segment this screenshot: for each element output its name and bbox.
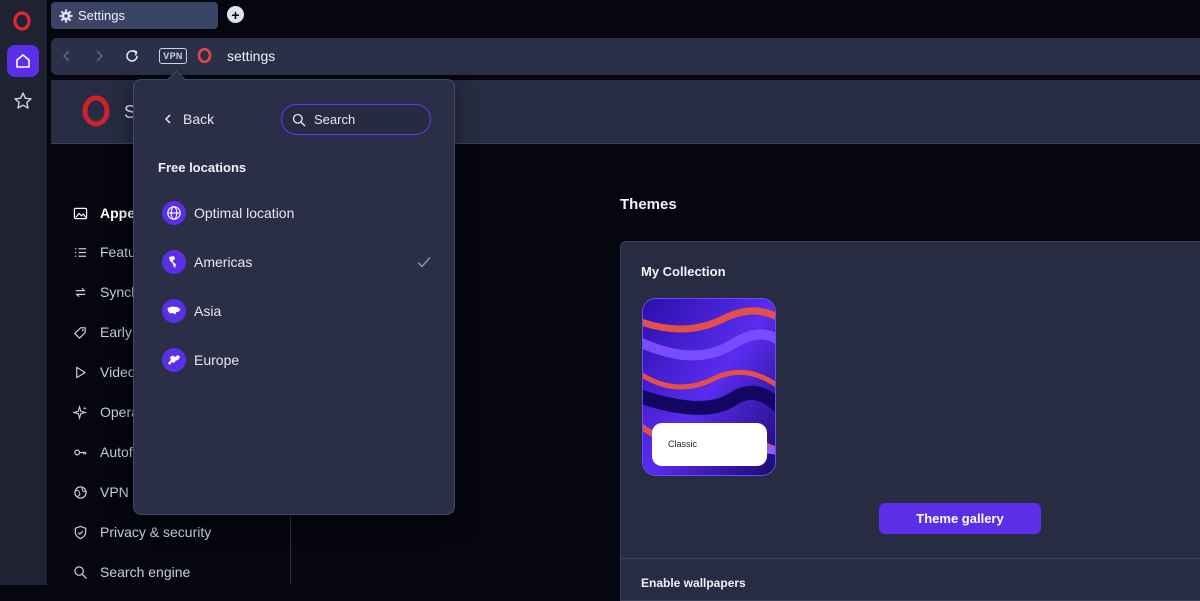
collection-title: My Collection [641, 264, 726, 279]
url-text[interactable]: settings [227, 48, 275, 64]
shield-icon [74, 525, 87, 539]
plus-icon: + [231, 6, 240, 23]
search-icon [74, 565, 88, 579]
sidebar-item-early[interactable]: Early [73, 321, 132, 343]
forward-arrow-icon[interactable] [91, 48, 107, 64]
image-icon [73, 207, 88, 219]
europe-icon [162, 348, 186, 372]
section-title-themes: Themes [620, 196, 677, 213]
left-rail [0, 0, 47, 585]
sidebar-item-vpn[interactable]: VPN [73, 481, 129, 503]
tab-settings[interactable]: Settings [51, 2, 218, 29]
sidebar-item-label: VPN [100, 484, 129, 500]
back-label: Back [183, 111, 215, 127]
sidebar-item-label: Video [100, 364, 136, 380]
sidebar-item-label: Search engine [100, 564, 191, 580]
theme-gallery-button[interactable]: Theme gallery [879, 503, 1041, 534]
globe-icon [74, 485, 87, 499]
location-label: Optimal location [194, 205, 295, 221]
opera-logo-icon [82, 95, 110, 127]
tab-bar: Settings + [47, 0, 1200, 35]
sidebar-item-search-engine[interactable]: Search engine [73, 561, 190, 583]
sync-icon [75, 287, 86, 297]
asia-icon [162, 299, 186, 323]
sparkle-icon [73, 404, 88, 420]
themes-panel: My Collection Classic Theme gallery Enab… [620, 241, 1200, 601]
location-label: Americas [194, 254, 253, 270]
new-tab-button[interactable]: + [227, 6, 244, 23]
enable-wallpapers-label: Enable wallpapers [641, 576, 746, 590]
sidebar-item-opera[interactable]: Opera [73, 401, 139, 423]
search-placeholder: Search [314, 112, 356, 127]
divider [621, 558, 1200, 559]
sidebar-item-appearance[interactable]: Appe [73, 202, 135, 224]
search-icon [292, 113, 306, 126]
tag-icon [74, 326, 86, 339]
vpn-badge[interactable]: VPN [159, 48, 187, 64]
play-icon [76, 366, 86, 378]
key-icon [74, 449, 87, 455]
americas-icon [162, 250, 186, 274]
sidebar-item-label: Early [100, 324, 132, 340]
list-icon [74, 247, 87, 257]
theme-card-label: Classic [652, 423, 767, 466]
location-europe[interactable]: Europe [162, 347, 432, 373]
location-label: Asia [194, 303, 222, 319]
theme-card-classic[interactable]: Classic [642, 298, 776, 476]
sidebar-item-video[interactable]: Video [73, 361, 136, 383]
sidebar-item-label: Appe [100, 205, 135, 221]
tab-title: Settings [78, 8, 125, 23]
free-locations-title: Free locations [158, 160, 247, 175]
reload-icon[interactable] [124, 48, 140, 64]
vpn-location-popup: Back Search Free locations Optimal locat… [133, 79, 455, 515]
location-optimal[interactable]: Optimal location [162, 200, 432, 226]
checkmark-icon [417, 257, 431, 268]
sidebar-item-privacy[interactable]: Privacy & security [73, 521, 211, 543]
sidebar-item-sync[interactable]: Synch [73, 281, 139, 303]
home-button[interactable] [7, 45, 39, 77]
gear-icon [59, 8, 73, 23]
location-asia[interactable]: Asia [162, 298, 432, 324]
address-bar: VPN settings [51, 38, 1200, 75]
back-button[interactable]: Back [162, 111, 214, 127]
location-label: Europe [194, 352, 240, 368]
sidebar-item-label: Autof [100, 444, 133, 460]
star-icon[interactable] [13, 91, 33, 111]
sidebar-item-features[interactable]: Featu [73, 241, 136, 263]
sidebar-item-autofill[interactable]: Autof [73, 441, 133, 463]
home-icon [16, 54, 30, 68]
opera-site-icon [197, 47, 212, 64]
sidebar-item-label: Featu [100, 244, 136, 260]
back-arrow-icon[interactable] [59, 48, 75, 64]
chevron-left-icon [164, 114, 171, 124]
globe-icon [162, 201, 186, 225]
opera-logo-icon[interactable] [12, 11, 32, 31]
location-search-input[interactable]: Search [281, 104, 431, 135]
location-americas[interactable]: Americas [162, 249, 432, 275]
sidebar-item-label: Privacy & security [100, 524, 212, 540]
